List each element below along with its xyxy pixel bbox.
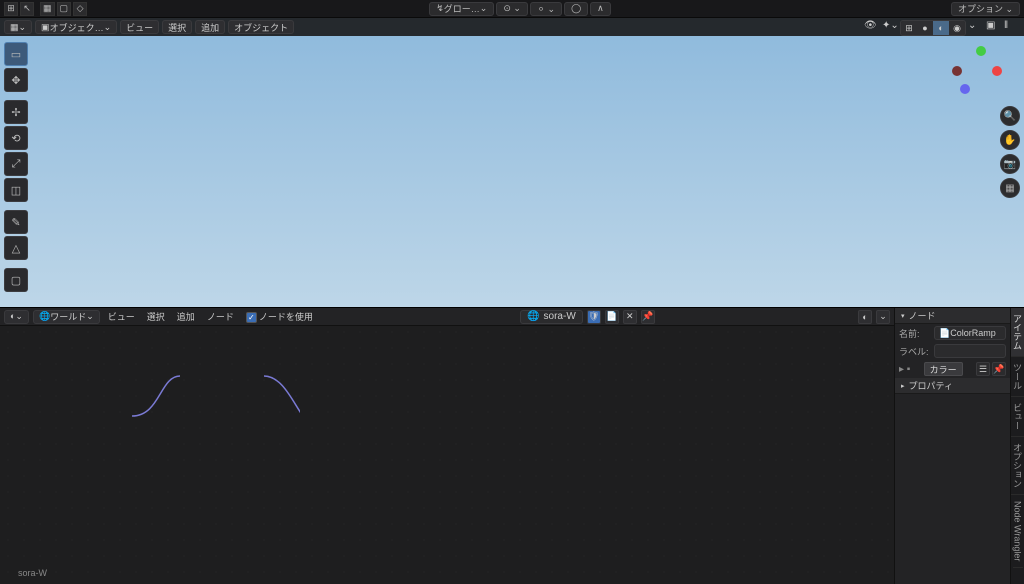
tab-tool[interactable]: ツール xyxy=(1011,357,1024,397)
camera-icon[interactable]: 📷 xyxy=(1000,154,1020,174)
perspective-icon[interactable]: ▦ xyxy=(1000,178,1020,198)
menu-add[interactable]: 追加 xyxy=(195,20,225,34)
solid-icon[interactable]: ● xyxy=(917,21,933,35)
sidebar-tabs: アイテム ツール ビュー オプション Node Wrangler xyxy=(1010,308,1024,584)
proportional-falloff-icon[interactable]: ∧ xyxy=(590,2,611,16)
annotate-tool-icon[interactable]: ✎ xyxy=(4,210,28,234)
label: オブジェク… xyxy=(50,21,104,34)
tab-view[interactable]: ビュー xyxy=(1011,397,1024,437)
node-wires xyxy=(0,326,300,476)
cursor-tool-icon[interactable]: ✥ xyxy=(4,68,28,92)
label: ノードを使用 xyxy=(259,312,313,322)
pin-icon[interactable]: 📌 xyxy=(992,362,1006,376)
matprev-icon[interactable]: ◐ xyxy=(933,21,949,35)
gizmo-toggle-icon[interactable]: ✦⌄ xyxy=(882,20,898,36)
pivot-dropdown[interactable]: ⊙ ⌄ xyxy=(496,2,528,16)
pan-icon[interactable]: ✋ xyxy=(1000,130,1020,150)
label: sora-W xyxy=(544,311,576,322)
addcube-tool-icon[interactable]: ▢ xyxy=(4,268,28,292)
nav-gizmo[interactable] xyxy=(952,46,1002,96)
transform-orientation-dropdown[interactable]: ↯ グロー… ⌄ xyxy=(429,2,494,16)
section-header-properties[interactable]: ▸プロパティ xyxy=(895,378,1010,394)
name-label: 名前: xyxy=(899,327,931,340)
node-sidebar: ▾ノード 名前: 📄 ColorRamp ラベル: ▸ ▪ カラー ☰ 📌 ▸プ… xyxy=(894,308,1010,584)
section-header-node[interactable]: ▾ノード xyxy=(895,308,1010,324)
axis-z-icon[interactable] xyxy=(960,84,970,94)
node-editor[interactable]: ◐⌄ 🌐 ワールド ⌄ ビュー 選択 追加 ノード ✓ノードを使用 🌐 sora… xyxy=(0,308,894,584)
unlink-icon[interactable]: ✕ xyxy=(623,310,637,324)
editor-type-dropdown[interactable]: ◐⌄ xyxy=(4,310,29,324)
rotate-tool-icon[interactable]: ⟲ xyxy=(4,126,28,150)
new-icon[interactable]: 📄 xyxy=(605,310,619,324)
snap-edge-icon[interactable]: ◇ xyxy=(73,2,87,16)
node-editor-header: ◐⌄ 🌐 ワールド ⌄ ビュー 選択 追加 ノード ✓ノードを使用 🌐 sora… xyxy=(0,308,894,326)
shading-dropdown-icon[interactable]: ⌄ xyxy=(968,20,984,36)
cursor-icon[interactable]: ↖ xyxy=(20,2,34,16)
overlay-dropdown-icon[interactable]: ⌄ xyxy=(876,310,890,324)
3d-viewport[interactable]: ▦⌄ ▣ オブジェク… ⌄ ビュー 選択 追加 オブジェクト 👁 ✦⌄ ⊞ ● … xyxy=(0,18,1024,308)
use-nodes-checkbox[interactable]: ✓ノードを使用 xyxy=(242,310,317,323)
menu-node[interactable]: ノード xyxy=(203,310,238,323)
tab-options[interactable]: オプション xyxy=(1011,437,1024,495)
scale-tool-icon[interactable]: ⤢ xyxy=(4,152,28,176)
viewport-right-header: 👁 ✦⌄ ⊞ ● ◐ ◉ ⌄ ▣ ‖ xyxy=(864,20,1020,36)
proportional-icon[interactable]: ◯ xyxy=(564,2,588,16)
axis-neg-x-icon[interactable] xyxy=(952,66,962,76)
mode-dropdown[interactable]: ▣ オブジェク… ⌄ xyxy=(35,20,117,34)
menu-add[interactable]: 追加 xyxy=(173,310,199,323)
menu-select[interactable]: 選択 xyxy=(143,310,169,323)
label: グロー… xyxy=(444,2,480,15)
wireframe-icon[interactable]: ⊞ xyxy=(901,21,917,35)
label-label: ラベル: xyxy=(899,345,931,358)
tab-item[interactable]: アイテム xyxy=(1011,308,1024,357)
node-name-field[interactable]: 📄 ColorRamp xyxy=(934,326,1006,340)
rendered-icon[interactable]: ◉ xyxy=(949,21,965,35)
snap-grid-icon[interactable]: ▦ xyxy=(40,2,55,16)
viewport-side-icons: 🔍 ✋ 📷 ▦ xyxy=(1000,106,1020,198)
axis-x-icon[interactable] xyxy=(992,66,1002,76)
app-topbar: ⊞ ↖ ▦ ▢ ◇ ↯ グロー… ⌄ ⊙ ⌄ 𐄙 ⌄ ◯ ∧ オプション ⌄ xyxy=(0,0,1024,18)
pin-icon[interactable]: 📌 xyxy=(641,310,655,324)
menu-view[interactable]: ビュー xyxy=(120,20,159,34)
shader-type-dropdown[interactable]: 🌐 ワールド ⌄ xyxy=(33,310,100,324)
menu-view[interactable]: ビュー xyxy=(104,310,139,323)
transform-tool-icon[interactable]: ◫ xyxy=(4,178,28,202)
label: ワールド xyxy=(50,310,86,323)
options-dropdown[interactable]: オプション ⌄ xyxy=(951,2,1020,16)
snap-vert-icon[interactable]: ▢ xyxy=(57,2,72,16)
overlay-icon[interactable]: ◐ xyxy=(858,310,872,324)
measure-tool-icon[interactable]: △ xyxy=(4,236,28,260)
fake-user-icon[interactable]: 🛡 xyxy=(587,310,601,324)
shading-mode-group: ⊞ ● ◐ ◉ xyxy=(900,20,966,36)
editor-type-dropdown[interactable]: ▦⌄ xyxy=(4,20,32,34)
tool-column: ▭ ✥ ✢ ⟲ ⤢ ◫ ✎ △ ▢ xyxy=(4,42,28,292)
breadcrumb: sora-W xyxy=(18,568,47,578)
menu-object[interactable]: オブジェクト xyxy=(228,20,294,34)
list-icon[interactable]: ☰ xyxy=(976,362,990,376)
axis-y-icon[interactable] xyxy=(976,46,986,56)
pause-icon[interactable]: ‖ xyxy=(1004,20,1020,36)
snap-dropdown[interactable]: 𐄙 ⌄ xyxy=(530,2,562,16)
world-datablock[interactable]: 🌐 sora-W xyxy=(520,310,583,324)
xray-icon[interactable]: ▣ xyxy=(986,20,1002,36)
viewlayer-icon[interactable]: 👁 xyxy=(864,20,880,36)
tab-node-wrangler[interactable]: Node Wrangler xyxy=(1013,495,1023,568)
zoom-icon[interactable]: 🔍 xyxy=(1000,106,1020,126)
move-tool-icon[interactable]: ✢ xyxy=(4,100,28,124)
menu-select[interactable]: 選択 xyxy=(162,20,192,34)
select-tool-icon[interactable]: ▭ xyxy=(4,42,28,66)
color-chip[interactable]: カラー xyxy=(924,362,963,376)
editor-type-icon[interactable]: ⊞ xyxy=(4,2,18,16)
node-label-field[interactable] xyxy=(934,344,1006,358)
